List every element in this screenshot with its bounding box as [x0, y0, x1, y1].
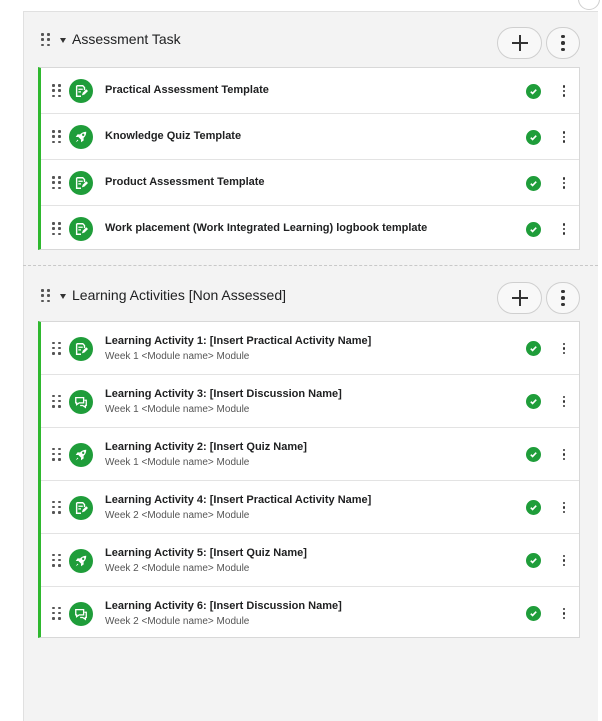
caret-down-icon[interactable] — [60, 38, 66, 43]
section-drag-handle[interactable] — [41, 289, 50, 303]
edit-document-icon — [69, 79, 93, 103]
top-corner-button[interactable] — [578, 0, 600, 10]
item-more-button[interactable] — [560, 395, 568, 407]
item-more-button[interactable] — [560, 342, 568, 354]
drag-handle-icon[interactable] — [52, 176, 61, 190]
item-subtitle: Week 2 <Module name> Module — [105, 509, 250, 521]
item-more-button[interactable] — [560, 501, 568, 513]
learning-activities-list: Learning Activity 1: [Insert Practical A… — [38, 321, 580, 638]
section-title: Assessment Task — [72, 31, 181, 47]
drag-handle-icon[interactable] — [52, 447, 61, 462]
complete-check-icon — [526, 447, 541, 462]
item-title[interactable]: Practical Assessment Template — [105, 84, 269, 96]
item-title[interactable]: Learning Activity 3: [Insert Discussion … — [105, 388, 342, 400]
drag-handle-icon[interactable] — [52, 222, 61, 236]
item-title[interactable]: Learning Activity 1: [Insert Practical A… — [105, 335, 371, 347]
list-item[interactable]: Work placement (Work Integrated Learning… — [41, 206, 579, 252]
item-more-button[interactable] — [560, 448, 568, 460]
complete-check-icon — [526, 341, 541, 356]
item-subtitle: Week 1 <Module name> Module — [105, 456, 250, 468]
complete-check-icon — [526, 553, 541, 568]
drag-handle-icon[interactable] — [52, 130, 61, 144]
assessment-task-list: Practical Assessment Template Knowledge Q… — [38, 67, 580, 250]
edit-document-icon — [69, 496, 93, 520]
plus-icon — [511, 290, 528, 306]
edit-document-icon — [69, 337, 93, 361]
item-title[interactable]: Knowledge Quiz Template — [105, 130, 241, 142]
drag-handle-icon[interactable] — [52, 606, 61, 621]
edit-document-icon — [69, 171, 93, 195]
drag-handle-icon[interactable] — [52, 341, 61, 356]
list-item[interactable]: Learning Activity 2: [Insert Quiz Name] W… — [41, 428, 579, 481]
item-subtitle: Week 2 <Module name> Module — [105, 562, 250, 574]
item-title[interactable]: Learning Activity 6: [Insert Discussion … — [105, 600, 342, 612]
more-vertical-icon — [561, 34, 565, 52]
item-more-button[interactable] — [560, 607, 568, 619]
plus-icon — [511, 35, 528, 51]
discussion-icon — [69, 390, 93, 414]
item-more-button[interactable] — [560, 177, 568, 189]
list-item[interactable]: Learning Activity 5: [Insert Quiz Name] W… — [41, 534, 579, 587]
caret-down-icon[interactable] — [60, 294, 66, 299]
item-more-button[interactable] — [560, 223, 568, 235]
section-more-button[interactable] — [546, 27, 580, 59]
item-subtitle: Week 1 <Module name> Module — [105, 403, 250, 415]
list-item[interactable]: Practical Assessment Template — [41, 68, 579, 114]
drag-handle-icon[interactable] — [52, 500, 61, 515]
rocket-icon — [69, 125, 93, 149]
list-item[interactable]: Knowledge Quiz Template — [41, 114, 579, 160]
item-subtitle: Week 2 <Module name> Module — [105, 615, 250, 627]
drag-handle-icon[interactable] — [52, 84, 61, 98]
edit-document-icon — [69, 217, 93, 241]
complete-check-icon — [526, 606, 541, 621]
list-item[interactable]: Learning Activity 3: [Insert Discussion … — [41, 375, 579, 428]
item-title[interactable]: Work placement (Work Integrated Learning… — [105, 222, 427, 234]
complete-check-icon — [526, 221, 541, 237]
list-item[interactable]: Learning Activity 6: [Insert Discussion … — [41, 587, 579, 640]
item-title[interactable]: Product Assessment Template — [105, 176, 265, 188]
rocket-icon — [69, 549, 93, 573]
section-more-button[interactable] — [546, 282, 580, 314]
item-more-button[interactable] — [560, 554, 568, 566]
list-item[interactable]: Product Assessment Template — [41, 160, 579, 206]
section-title: Learning Activities [Non Assessed] — [72, 287, 287, 303]
list-item[interactable]: Learning Activity 1: [Insert Practical A… — [41, 322, 579, 375]
rocket-icon — [69, 443, 93, 467]
drag-handle-icon[interactable] — [52, 394, 61, 409]
item-subtitle: Week 1 <Module name> Module — [105, 350, 250, 362]
add-item-button[interactable] — [497, 282, 542, 314]
item-title[interactable]: Learning Activity 2: [Insert Quiz Name] — [105, 441, 307, 453]
complete-check-icon — [526, 500, 541, 515]
list-item[interactable]: Learning Activity 4: [Insert Practical A… — [41, 481, 579, 534]
item-more-button[interactable] — [560, 131, 568, 143]
add-item-button[interactable] — [497, 27, 542, 59]
complete-check-icon — [526, 129, 541, 145]
item-title[interactable]: Learning Activity 4: [Insert Practical A… — [105, 494, 371, 506]
more-vertical-icon — [561, 289, 565, 307]
section-divider — [23, 265, 598, 266]
section-drag-handle[interactable] — [41, 33, 50, 47]
complete-check-icon — [526, 83, 541, 99]
drag-handle-icon[interactable] — [52, 553, 61, 568]
complete-check-icon — [526, 175, 541, 191]
item-title[interactable]: Learning Activity 5: [Insert Quiz Name] — [105, 547, 307, 559]
discussion-icon — [69, 602, 93, 626]
complete-check-icon — [526, 394, 541, 409]
item-more-button[interactable] — [560, 85, 568, 97]
